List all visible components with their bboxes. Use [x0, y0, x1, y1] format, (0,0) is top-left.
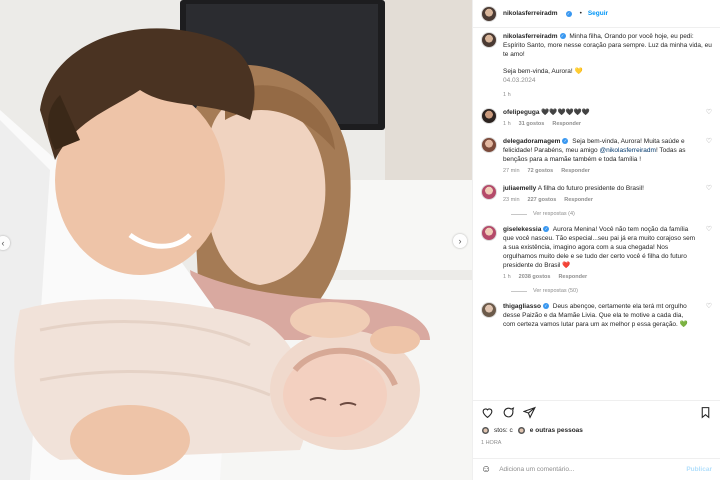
publish-button[interactable]: Publicar	[686, 466, 712, 473]
likes-summary[interactable]: stos: c e outras pessoas	[481, 426, 583, 435]
avatar[interactable]	[481, 302, 497, 318]
reply-button[interactable]: Responder	[552, 120, 581, 129]
avatar[interactable]	[481, 108, 497, 124]
action-bar	[473, 400, 720, 424]
post-header: nikolasferreiradm ✓ • Seguir	[473, 0, 720, 28]
add-comment-bar: ☺ Adiciona um comentário... Publicar	[473, 458, 720, 480]
reply-button[interactable]: Responder	[558, 273, 587, 282]
avatar[interactable]	[481, 5, 497, 22]
caption-username[interactable]: nikolasferreiradm	[503, 33, 558, 40]
post-time: 1 HORA	[481, 440, 502, 446]
comment-item: thigagliasso ✓ Deus abençoe, certamente e…	[481, 302, 712, 329]
heart-icon[interactable]: ♡	[706, 225, 712, 282]
caption-line2: Seja bem-vinda, Aurora! 💛	[503, 68, 583, 75]
comment-input[interactable]: Adiciona um comentário...	[499, 466, 678, 473]
verified-icon: ✓	[543, 226, 550, 233]
heart-icon[interactable]: ♡	[706, 302, 712, 329]
share-icon[interactable]	[523, 406, 536, 419]
likes-text[interactable]: stos: c	[494, 427, 513, 434]
verified-icon: ✓	[542, 303, 549, 310]
comment-likes[interactable]: 2038 gostos	[519, 273, 551, 282]
reply-button[interactable]: Responder	[564, 196, 593, 205]
header-username[interactable]: nikolasferreiradm	[503, 10, 558, 17]
comment-time: 27 min	[503, 168, 520, 174]
comment-time: 1 h	[503, 274, 511, 280]
post-side-panel: nikolasferreiradm ✓ • Seguir nikolasferr…	[472, 0, 720, 480]
mention-link[interactable]: @nikolasferreiradm	[599, 147, 655, 154]
avatar[interactable]	[481, 32, 497, 48]
comments-list[interactable]: nikolasferreiradm ✓ Minha filha, Orando p…	[473, 32, 720, 396]
verified-icon: ✓	[562, 138, 569, 145]
heart-icon[interactable]: ♡	[706, 184, 712, 205]
avatar	[481, 426, 490, 435]
avatar[interactable]	[481, 184, 497, 200]
comment-icon[interactable]	[502, 406, 515, 419]
comment-item: giselekessia ✓ Aurora Menina! Você não te…	[481, 225, 712, 282]
comment-username[interactable]: giselekessia	[503, 226, 541, 233]
smile-icon[interactable]: ☺	[481, 464, 491, 475]
comment-username[interactable]: juliaemelly	[503, 185, 536, 192]
post-photo: ‹ ›	[0, 0, 472, 480]
view-replies-label[interactable]: Ver respostas (50)	[533, 288, 578, 294]
comment-likes[interactable]: 72 gostos	[528, 167, 554, 176]
view-replies-label[interactable]: Ver respostas (4)	[533, 211, 575, 217]
heart-icon[interactable]: ♡	[706, 137, 712, 176]
comment-text: A filha do futuro presidente do Brasil!	[537, 185, 644, 192]
follow-button[interactable]: Seguir	[588, 10, 608, 17]
chevron-right-icon[interactable]: ›	[453, 234, 467, 248]
reply-button[interactable]: Responder	[561, 167, 590, 176]
separator: •	[579, 10, 582, 17]
photo-illustration	[0, 0, 472, 480]
comment-time: 23 min	[503, 197, 520, 203]
comment-likes[interactable]: 227 gostos	[528, 196, 557, 205]
avatar	[516, 426, 526, 435]
view-replies-button[interactable]: Ver respostas (50)	[511, 288, 712, 294]
comment-item: delegadoramagem ✓ Seja bem-vinda, Aurora!…	[481, 137, 712, 176]
verified-icon: ✓	[559, 33, 566, 40]
comment-username[interactable]: thigagliasso	[503, 303, 541, 310]
caption: nikolasferreiradm ✓ Minha filha, Orando p…	[481, 32, 712, 100]
comment-text: 🖤🖤🖤🖤🖤🖤	[541, 109, 590, 116]
avatar[interactable]	[481, 225, 497, 241]
caption-time: 1 h	[503, 92, 511, 98]
view-replies-button[interactable]: Ver respostas (4)	[511, 211, 712, 217]
comment-item: ofelipeguga 🖤🖤🖤🖤🖤🖤 1 h 31 gostos Responder…	[481, 108, 712, 129]
heart-icon[interactable]: ♡	[706, 108, 712, 129]
comment-username[interactable]: delegadoramagem	[503, 138, 560, 145]
likes-suffix[interactable]: e outras pessoas	[530, 427, 583, 434]
avatar[interactable]	[481, 137, 497, 153]
comment-time: 1 h	[503, 121, 511, 127]
heart-icon[interactable]	[481, 406, 494, 419]
caption-date: 04.03.2024	[503, 77, 536, 84]
comment-username[interactable]: ofelipeguga	[503, 109, 539, 116]
comment-likes[interactable]: 31 gostos	[519, 120, 545, 129]
verified-icon: ✓	[565, 10, 572, 17]
comment-item: juliaemelly A filha do futuro presidente…	[481, 184, 712, 205]
bookmark-icon[interactable]	[699, 406, 712, 419]
